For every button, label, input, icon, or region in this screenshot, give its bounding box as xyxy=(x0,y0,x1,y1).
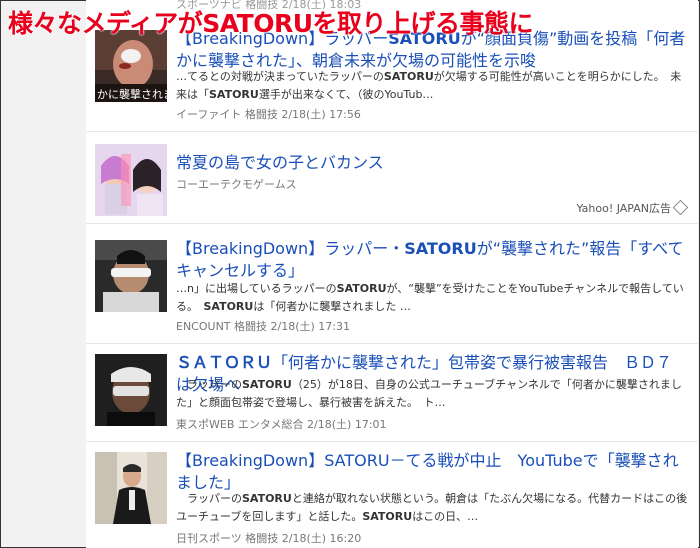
list-item[interactable]: 【BreakingDown】ラッパー・SATORUが“襲撃された”報告「すべてキ… xyxy=(86,224,698,344)
article-snippet: ラッパーのSATORU（25）が18日、自身の公式ユーチューブチャンネルで「何者… xyxy=(176,378,682,409)
article-thumbnail[interactable] xyxy=(95,452,167,524)
list-item[interactable]: 【BreakingDown】SATORU－てる戦が中止 YouTubeで「襲撃さ… xyxy=(86,442,698,548)
ad-thumbnail[interactable] xyxy=(95,144,167,216)
article-thumbnail[interactable] xyxy=(95,240,167,312)
ad-sponsor-label[interactable]: Yahoo! JAPAN広告 xyxy=(576,199,689,216)
ad-image xyxy=(95,144,167,216)
ad-info-icon[interactable] xyxy=(672,199,689,216)
article-thumbnail[interactable] xyxy=(95,354,167,426)
list-item[interactable]: ＳＡＴＯＲＵ「何者かに襲撃された」包帯姿で暴行被害報告 ＢＤ７は欠場へ ラッパー… xyxy=(86,344,698,442)
article-title-link[interactable]: 【BreakingDown】SATORU－てる戦が中止 YouTubeで「襲撃さ… xyxy=(176,450,688,494)
ad-advertiser: コーエーテクモゲームス xyxy=(176,178,297,191)
thumbnail-image xyxy=(95,354,167,426)
overlay-headline: 様々なメディアがSATORUを取り上げる事態に xyxy=(8,9,534,38)
article-snippet: …てるとの対戦が決まっていたラッパーのSATORUが欠場する可能性が高いことを明… xyxy=(176,70,682,101)
ad-title-link[interactable]: 常夏の島で女の子とバカンス xyxy=(176,152,688,174)
article-meta: 日刊スポーツ 格闘技 2/18(土) 16:20 xyxy=(176,532,362,545)
article-meta: ENCOUNT 格闘技 2/18(土) 17:31 xyxy=(176,320,350,333)
article-meta: イーファイト 格闘技 2/18(土) 17:56 xyxy=(176,108,361,121)
thumb-caption: かに襲撃されまし xyxy=(97,87,167,101)
ad-item[interactable]: 常夏の島で女の子とバカンス コーエーテクモゲームス Yahoo! JAPAN広告 xyxy=(86,132,698,224)
article-thumbnail[interactable]: かに襲撃されまし xyxy=(95,30,167,102)
article-snippet: …n」に出場しているラッパーのSATORUが、“襲撃”を受けたことをYouTub… xyxy=(176,282,684,313)
article-title-link[interactable]: 【BreakingDown】ラッパー・SATORUが“襲撃された”報告「すべてキ… xyxy=(176,238,688,282)
thumbnail-image xyxy=(95,452,167,524)
article-meta: 東スポWEB エンタメ総合 2/18(土) 17:01 xyxy=(176,418,387,431)
thumbnail-image xyxy=(95,240,167,312)
article-snippet: ラッパーのSATORUと連絡が取れない状態という。朝倉は「たぶん欠場になる。代替… xyxy=(176,492,688,523)
thumbnail-image: かに襲撃されまし xyxy=(95,30,167,102)
